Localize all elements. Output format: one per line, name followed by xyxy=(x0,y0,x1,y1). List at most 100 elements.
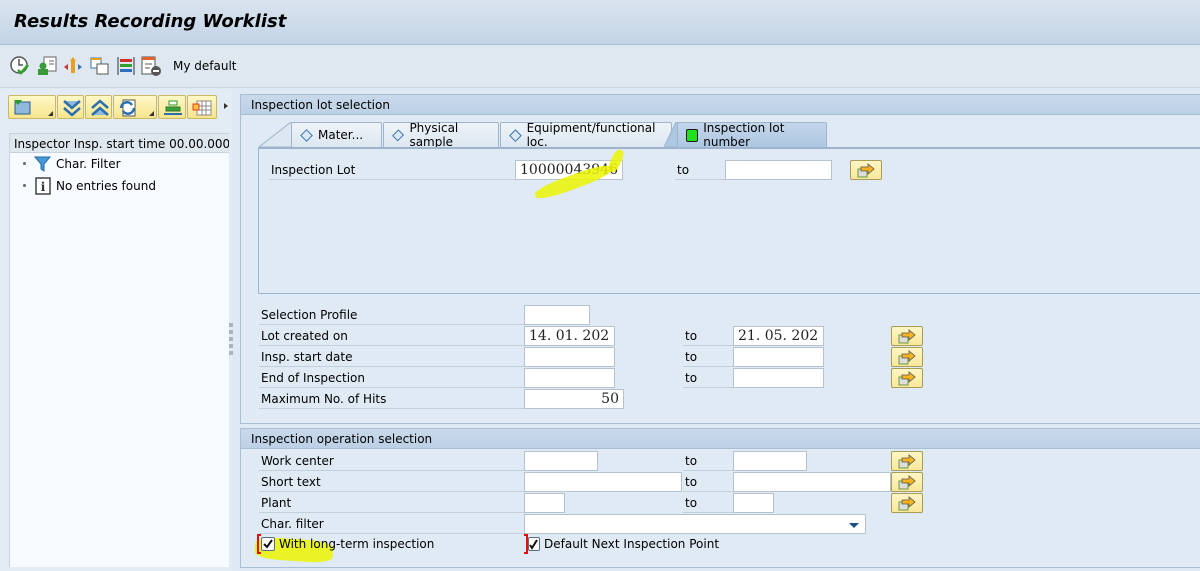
lot-created-on-to-input[interactable] xyxy=(733,326,824,346)
short-text-multiple-selection-button[interactable] xyxy=(891,472,923,492)
to-label: to xyxy=(683,347,733,367)
layout-button[interactable] xyxy=(158,95,186,119)
copy-window-icon[interactable] xyxy=(89,55,111,77)
table-icon xyxy=(192,100,212,116)
expand-node-icon xyxy=(14,100,31,115)
tab-label: Equipment/functional loc. xyxy=(526,121,656,149)
plant-label: Plant xyxy=(259,493,524,513)
tree-item-label: Char. Filter xyxy=(56,157,121,171)
default-next-inspection-point-label: Default Next Inspection Point xyxy=(544,537,720,551)
variant-label: My default xyxy=(173,59,237,73)
selection-profile-label: Selection Profile xyxy=(259,305,524,325)
pane-splitter-handle[interactable] xyxy=(229,323,233,358)
collapse-all-icon xyxy=(91,99,109,116)
inspection-lot-label: Inspection Lot xyxy=(269,160,515,180)
chevron-down-icon xyxy=(849,523,859,528)
page-title: Results Recording Worklist xyxy=(14,11,287,32)
work-center-multiple-selection-button[interactable] xyxy=(891,451,923,471)
tree-item-char-filter[interactable]: Char. Filter xyxy=(10,153,229,175)
tab-panel-inspection-lot-number: Inspection Lot to xyxy=(258,147,1200,294)
work-center-label: Work center xyxy=(259,451,524,471)
multiple-selection-arrow-icon xyxy=(898,496,916,511)
tree-item-no-entries[interactable]: i No entries found xyxy=(10,175,229,197)
default-next-inspection-point-checkbox[interactable] xyxy=(528,537,540,551)
lot-created-on-from-input[interactable] xyxy=(524,326,615,346)
plant-to-input[interactable] xyxy=(733,493,774,513)
tab-material[interactable]: Mater... xyxy=(291,122,382,147)
info-icon: i xyxy=(35,177,51,195)
end-of-inspection-to-input[interactable] xyxy=(733,368,824,388)
inspection-lot-multiple-selection-button[interactable] xyxy=(850,160,882,180)
table-view-button[interactable] xyxy=(187,95,217,119)
refresh-button[interactable] xyxy=(113,95,157,119)
delete-variant-icon[interactable] xyxy=(140,55,162,77)
execute-clock-icon[interactable] xyxy=(9,55,31,77)
tree-toolbar xyxy=(8,95,228,119)
insp-start-date-to-input[interactable] xyxy=(733,347,824,367)
to-label: to xyxy=(683,368,733,388)
tree-column-header[interactable]: Inspector Insp. start time 00.00.000... xyxy=(10,133,229,153)
color-legend-icon[interactable] xyxy=(115,55,137,77)
multiple-selection-arrow-icon xyxy=(857,163,875,178)
filter-icon xyxy=(34,156,52,172)
with-long-term-inspection-label: With long-term inspection xyxy=(279,537,435,551)
inspection-lot-selection-group: Inspection lot selection Mater... Physic… xyxy=(240,94,1200,424)
active-tab-indicator-icon xyxy=(686,128,699,142)
diamond-icon xyxy=(300,128,313,142)
tab-label: Inspection lot number xyxy=(703,121,785,149)
short-text-from-input[interactable] xyxy=(524,472,682,492)
more-tools-arrow-icon[interactable] xyxy=(224,103,228,109)
char-filter-dropdown[interactable] xyxy=(524,514,866,534)
to-label: to xyxy=(683,472,733,492)
char-filter-label: Char. filter xyxy=(259,514,524,534)
tab-physical-sample[interactable]: Physical sample xyxy=(383,121,499,149)
expand-all-button[interactable] xyxy=(57,95,84,119)
multiple-selection-arrow-icon xyxy=(898,475,916,490)
refresh-icon xyxy=(119,99,136,117)
to-label: to xyxy=(683,326,733,346)
svg-text:i: i xyxy=(41,180,46,194)
maximum-no-of-hits-input[interactable] xyxy=(524,389,624,409)
maximum-no-of-hits-label: Maximum No. of Hits xyxy=(259,389,524,409)
tab-inspection-lot-number[interactable]: Inspection lot number xyxy=(677,121,827,149)
left-pane: Inspector Insp. start time 00.00.000... … xyxy=(0,89,232,571)
selection-profile-input[interactable] xyxy=(524,305,590,325)
inspector-icon[interactable] xyxy=(36,55,58,77)
to-label: to xyxy=(675,160,725,180)
to-label: to xyxy=(683,451,733,471)
work-center-to-input[interactable] xyxy=(733,451,807,471)
insp-start-date-label: Insp. start date xyxy=(259,347,524,367)
end-of-inspection-multiple-selection-button[interactable] xyxy=(891,368,923,388)
diamond-icon xyxy=(509,128,522,142)
group-title: Inspection operation selection xyxy=(241,429,1200,449)
layout-icon xyxy=(164,100,182,115)
to-label: to xyxy=(683,493,733,513)
group-title: Inspection lot selection xyxy=(241,95,1200,115)
insp-start-date-from-input[interactable] xyxy=(524,347,615,367)
expand-node-button[interactable] xyxy=(8,95,56,119)
short-text-label: Short text xyxy=(259,472,524,492)
plant-multiple-selection-button[interactable] xyxy=(891,493,923,513)
lot-created-on-multiple-selection-button[interactable] xyxy=(891,326,923,346)
insp-start-date-multiple-selection-button[interactable] xyxy=(891,347,923,367)
inspection-lot-to-input[interactable] xyxy=(725,160,832,180)
end-of-inspection-from-input[interactable] xyxy=(524,368,615,388)
short-text-to-input[interactable] xyxy=(733,472,891,492)
multiple-selection-arrow-icon xyxy=(898,350,916,365)
plant-from-input[interactable] xyxy=(524,493,565,513)
application-toolbar: My default xyxy=(0,46,1200,88)
worklist-tree: Inspector Insp. start time 00.00.000... … xyxy=(9,133,229,567)
with-long-term-inspection-checkbox[interactable] xyxy=(261,537,275,551)
checkmark-icon xyxy=(529,539,538,550)
inspection-lot-from-input[interactable] xyxy=(515,160,623,180)
title-bar: Results Recording Worklist xyxy=(0,0,1200,45)
multiple-selection-arrow-icon xyxy=(898,454,916,469)
navigation-icon[interactable] xyxy=(62,55,84,77)
diamond-icon xyxy=(392,128,405,142)
collapse-all-button[interactable] xyxy=(85,95,112,119)
checkmark-icon xyxy=(263,539,273,549)
work-center-from-input[interactable] xyxy=(524,451,598,471)
end-of-inspection-label: End of Inspection xyxy=(259,368,524,388)
tree-item-label: No entries found xyxy=(56,179,156,193)
tab-equipment-functional-loc[interactable]: Equipment/functional loc. xyxy=(500,121,672,149)
